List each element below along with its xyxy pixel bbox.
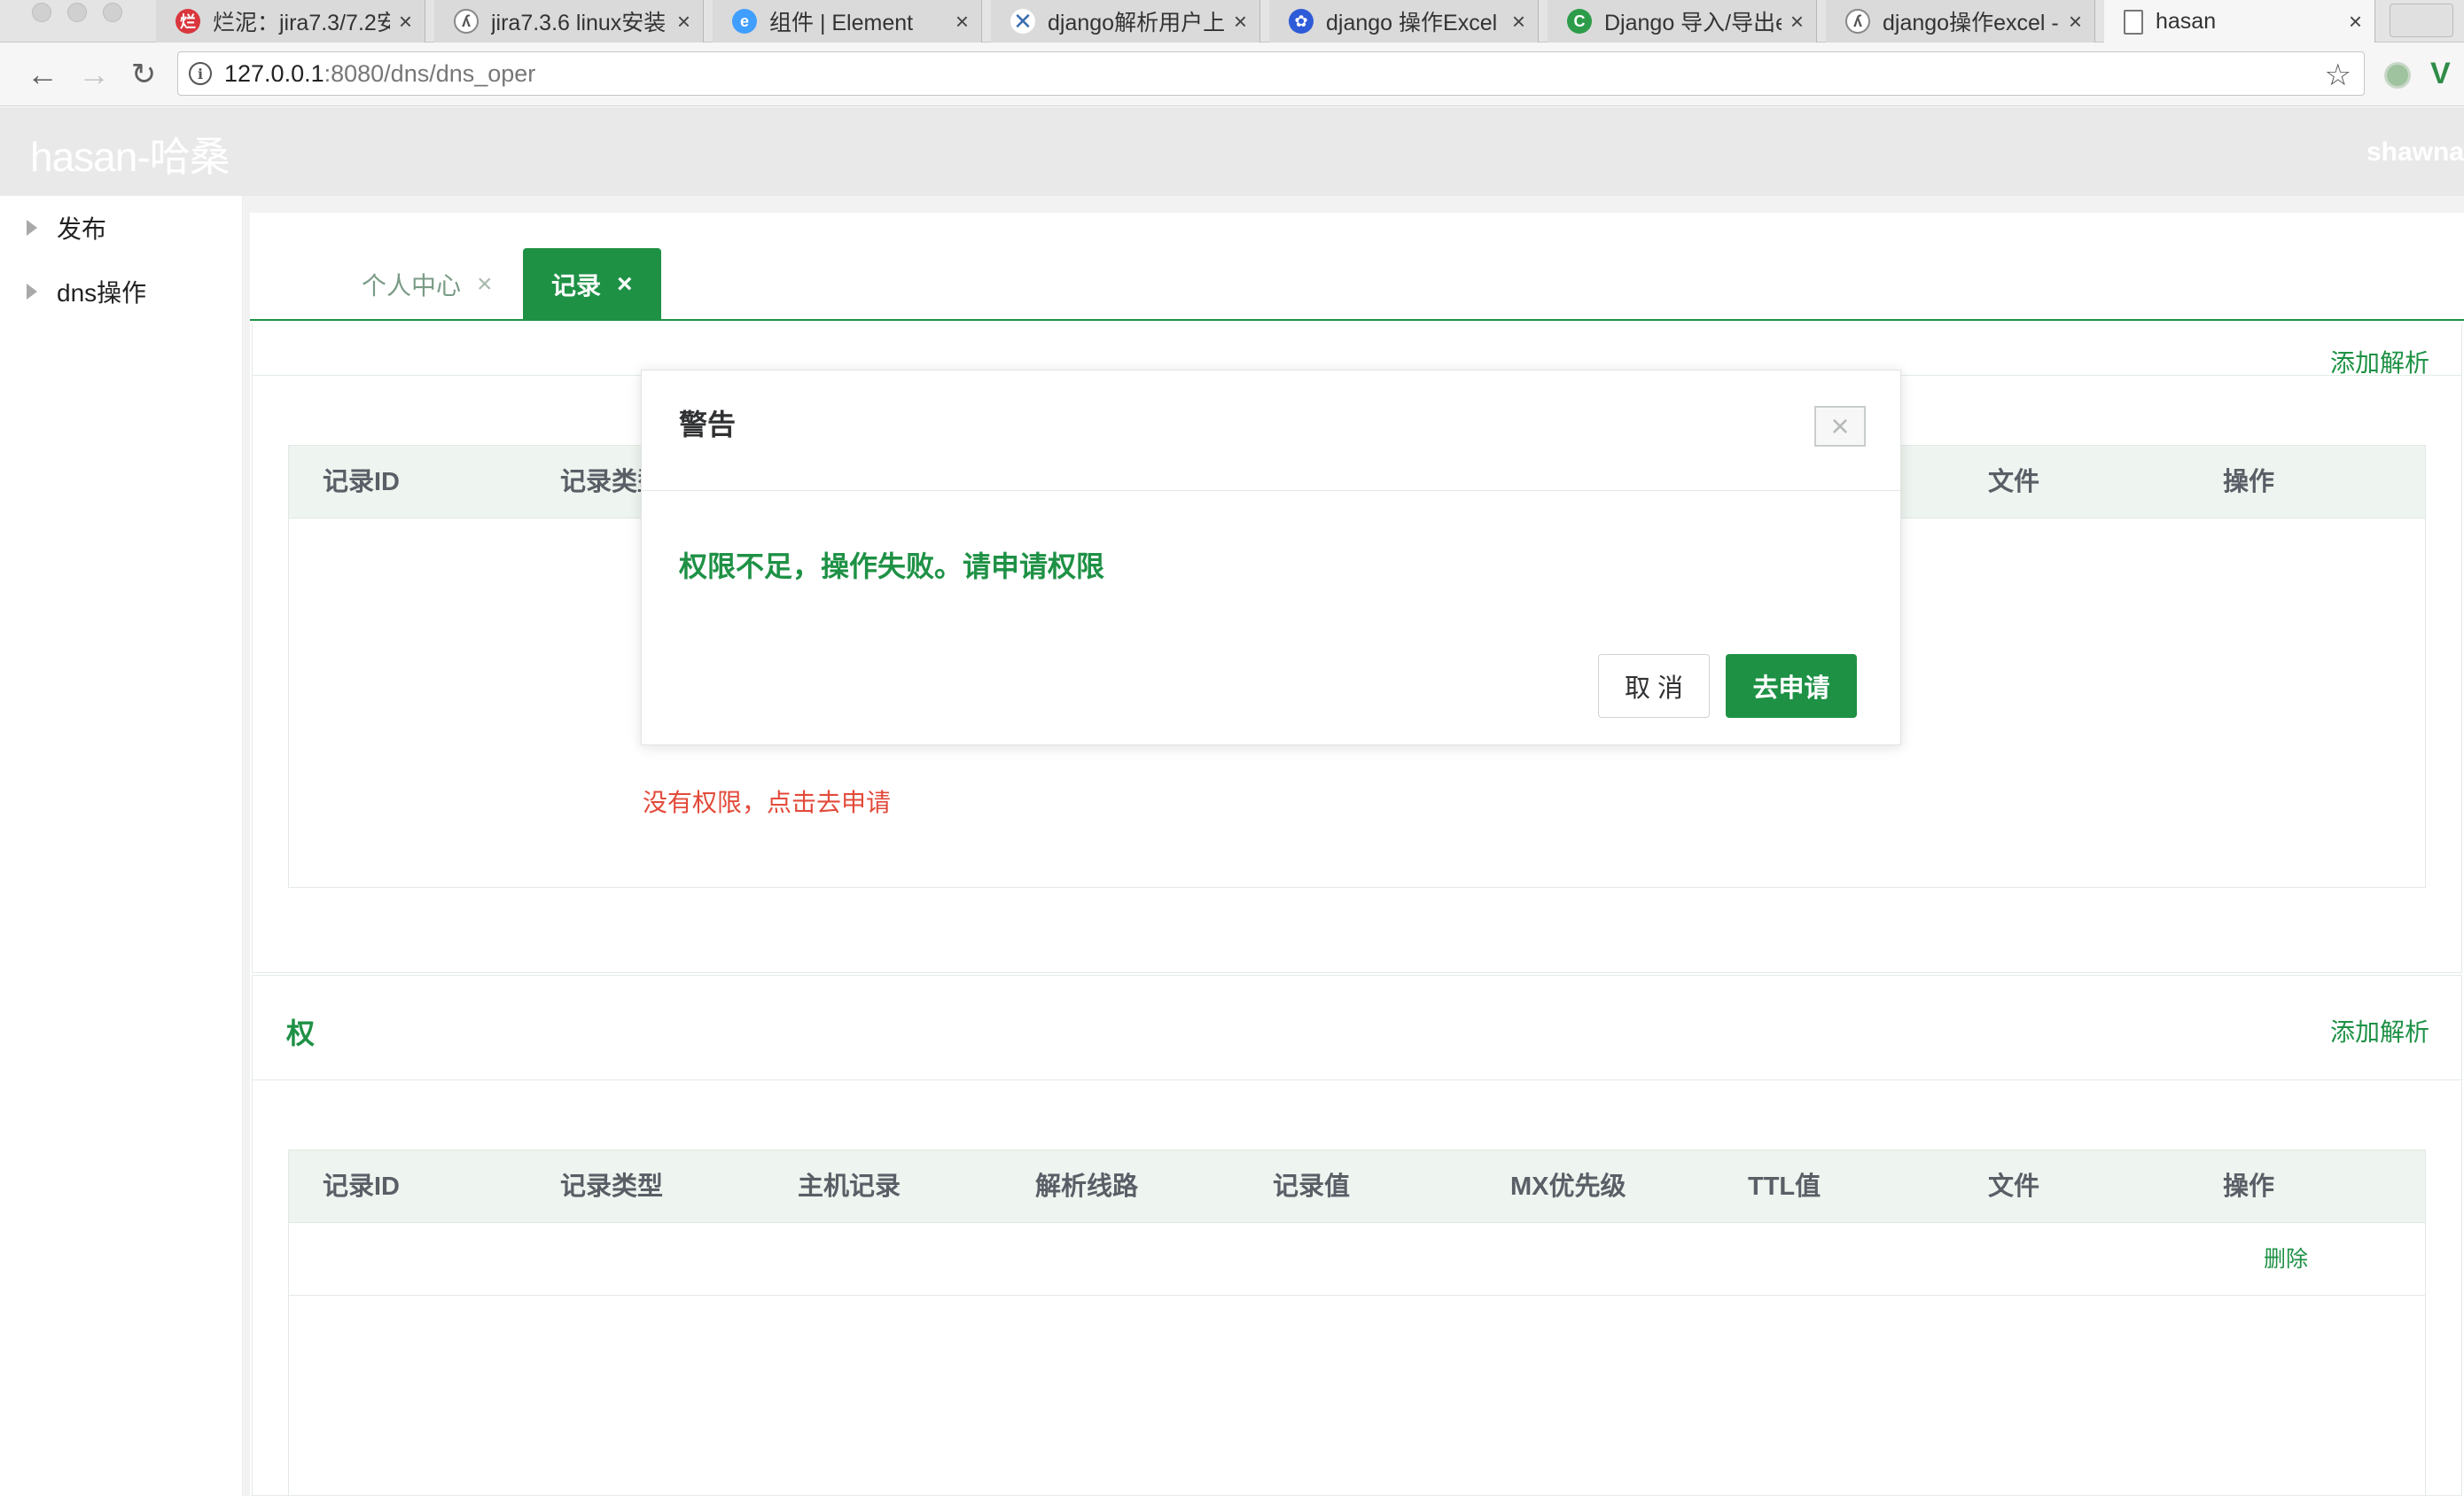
dialog-close-button[interactable]: × — [1814, 406, 1866, 447]
window-close-button[interactable] — [32, 3, 51, 22]
column-header: 操作 — [2223, 1173, 2275, 1201]
table-row: 删除 — [289, 1223, 2425, 1296]
address-bar[interactable]: i 127.0.0.1 :8080/dns/dns_oper ☆ — [177, 51, 2365, 96]
baidu-favicon-icon: ✿ — [1289, 9, 1314, 34]
column-header: 解析线路 — [1035, 1173, 1139, 1201]
column-header: 记录ID — [323, 1173, 401, 1201]
extension-icon[interactable] — [2384, 62, 2411, 89]
browser-tab-title: 组件 | Element — [769, 11, 914, 35]
vue-devtools-icon[interactable]: V — [2430, 57, 2451, 91]
close-icon[interactable]: × — [1512, 8, 1525, 35]
page-tabs: 个人中心 × 记录 × — [250, 248, 2464, 321]
apply-permission-button[interactable]: 去申请 — [1726, 654, 1857, 718]
column-header: 记录值 — [1273, 1173, 1351, 1201]
permission-section: 权 添加解析 记录ID 记录类型 主机记录 解析线路 记录值 MX优先级 TTL… — [252, 975, 2462, 1496]
browser-tab-strip: 烂 烂泥：jira7.3/7.2安装 × ʎ jira7.3.6 linux安装… — [0, 0, 2464, 43]
column-header: TTL值 — [1748, 1173, 1821, 1201]
section-header: 权 添加解析 — [253, 976, 2461, 1080]
close-icon[interactable]: × — [955, 8, 969, 35]
close-icon: × — [1830, 408, 1850, 444]
cancel-button[interactable]: 取 消 — [1598, 654, 1710, 718]
column-header: 操作 — [2223, 468, 2275, 496]
browser-toolbar: ← → ↻ i 127.0.0.1 :8080/dns/dns_oper ☆ V — [0, 43, 2464, 106]
tab-records[interactable]: 记录 × — [523, 248, 661, 321]
back-arrow-icon[interactable]: ← — [23, 55, 62, 94]
browser-tab-title: Django 导入/导出e — [1604, 11, 1782, 35]
generic-favicon-icon: ʎ — [454, 9, 479, 34]
close-icon[interactable]: × — [617, 269, 633, 300]
column-header: MX优先级 — [1510, 1173, 1626, 1201]
url-host: 127.0.0.1 — [224, 59, 324, 87]
add-record-link[interactable]: 添加解析 — [2330, 1013, 2429, 1048]
add-record-link[interactable]: 添加解析 — [2330, 344, 2429, 379]
browser-tab-title: django解析用户上 — [1048, 11, 1225, 35]
brand-logo[interactable]: hasan-哈桑 — [30, 125, 230, 183]
browser-tab[interactable]: ✿ django 操作Excel × — [1269, 0, 1539, 43]
user-name[interactable]: shawna — [2367, 137, 2464, 168]
sidebar-item-dns-operation[interactable]: dns操作 — [27, 274, 146, 309]
element-favicon-icon: e — [732, 9, 757, 34]
column-header: 主机记录 — [798, 1173, 901, 1201]
dialog-message: 权限不足，操作失败。请申请权限 — [679, 550, 1105, 582]
page-icon — [2124, 9, 2143, 35]
c-favicon-icon: C — [1567, 9, 1592, 34]
browser-tab[interactable]: ʎ django操作excel - × — [1826, 0, 2095, 43]
forward-arrow-icon[interactable]: → — [74, 55, 113, 94]
browser-tab[interactable]: ʎ jira7.3.6 linux安装 × — [434, 0, 704, 43]
close-icon[interactable]: × — [1790, 8, 1804, 35]
close-icon[interactable]: × — [477, 269, 493, 300]
close-icon[interactable]: × — [2349, 8, 2362, 35]
tab-label: 记录 — [551, 272, 602, 300]
django-x-favicon-icon: ✕ — [1010, 8, 1035, 35]
window-zoom-button[interactable] — [103, 3, 122, 22]
close-icon[interactable]: × — [1234, 8, 1247, 35]
sidebar-item-publish[interactable]: 发布 — [27, 210, 106, 245]
browser-tab-title: 烂泥：jira7.3/7.2安装 — [213, 11, 390, 35]
generic-favicon-icon: ʎ — [1845, 9, 1870, 34]
reload-icon[interactable]: ↻ — [124, 55, 163, 94]
url-path: :8080/dns/dns_oper — [324, 59, 536, 87]
column-header: 文件 — [1988, 468, 2040, 496]
dialog-title: 警告 — [679, 409, 737, 440]
browser-tab-title: hasan — [2156, 9, 2217, 34]
bookmark-star-icon[interactable]: ☆ — [2325, 58, 2351, 93]
new-tab-button[interactable] — [2390, 4, 2453, 37]
column-header: 记录类型 — [560, 1173, 664, 1201]
tab-label: 个人中心 — [362, 272, 462, 300]
no-permission-link[interactable]: 没有权限，点击去申请 — [643, 783, 891, 819]
column-header: 记录ID — [323, 468, 401, 496]
section-header: 添加解析 — [253, 323, 2461, 379]
browser-tab-title: django 操作Excel — [1326, 11, 1498, 35]
sidebar-item-label: 发布 — [57, 215, 107, 243]
close-icon[interactable]: × — [677, 8, 690, 35]
sidebar: 发布 dns操作 — [0, 196, 243, 1496]
close-icon[interactable]: × — [2069, 8, 2082, 35]
browser-tab[interactable]: ✕ django解析用户上 × — [991, 0, 1260, 43]
table-header: 记录ID 记录类型 主机记录 解析线路 记录值 MX优先级 TTL值 文件 操作 — [289, 1150, 2425, 1223]
browser-tab-title: django操作excel - — [1883, 11, 2059, 35]
warning-dialog: 警告 × 权限不足，操作失败。请申请权限 取 消 去申请 — [641, 370, 1901, 745]
records-table: 记录ID 记录类型 主机记录 解析线路 记录值 MX优先级 TTL值 文件 操作… — [288, 1149, 2426, 1496]
section-title: 权 — [286, 1017, 316, 1049]
delete-link[interactable]: 删除 — [2264, 1223, 2308, 1296]
browser-tab[interactable]: e 组件 | Element × — [713, 0, 982, 43]
lanni-favicon-icon: 烂 — [175, 9, 200, 34]
tab-personal-center[interactable]: 个人中心 × — [333, 248, 521, 321]
browser-tab-title: jira7.3.6 linux安装 — [491, 11, 667, 35]
caret-right-icon — [27, 220, 37, 236]
app-header: hasan-哈桑 shawna — [0, 107, 2464, 196]
info-icon[interactable]: i — [189, 62, 212, 85]
browser-tab[interactable]: 烂 烂泥：jira7.3/7.2安装 × — [156, 0, 425, 43]
browser-tab[interactable]: C Django 导入/导出e × — [1548, 0, 1817, 43]
close-icon[interactable]: × — [399, 8, 412, 35]
browser-tab-active[interactable]: hasan × — [2104, 0, 2375, 43]
window-minimize-button[interactable] — [67, 3, 87, 22]
column-header: 文件 — [1988, 1173, 2040, 1201]
dialog-header: 警告 × — [642, 370, 1900, 491]
sidebar-item-label: dns操作 — [57, 279, 147, 307]
caret-right-icon — [27, 284, 37, 300]
